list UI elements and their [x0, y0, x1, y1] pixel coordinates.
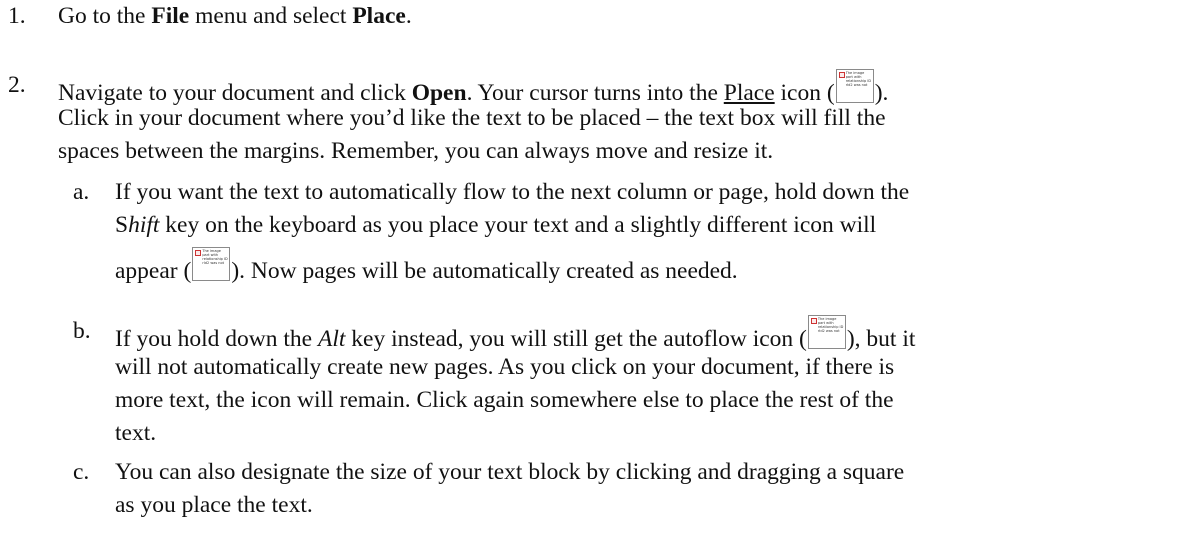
substep-b-line-4: text.: [115, 420, 157, 446]
step-2-number: 2.: [8, 72, 26, 98]
broken-image-icon: [195, 250, 202, 256]
substep-c-line-1: You can also designate the size of your …: [115, 459, 905, 485]
step-1-number: 1.: [8, 3, 26, 29]
substep-a-text-a: appear (: [115, 258, 192, 284]
substep-a-line-1: If you want the text to automatically fl…: [115, 179, 910, 205]
step-1-text-a: Go to the: [58, 3, 152, 29]
file-menu-ref: File: [151, 3, 190, 29]
broken-image-icon: [838, 72, 845, 78]
missing-image-text: The image part with relationship ID rId2…: [817, 317, 844, 333]
place-command-ref: Place: [352, 3, 406, 29]
substep-a-text-b: ). Now pages will be automatically creat…: [231, 258, 738, 284]
substep-a-letter: a.: [73, 179, 90, 205]
substep-a-line-3: appear ( The image part with relationship…: [115, 247, 738, 288]
place-icon: The image part with relationship ID rId2…: [835, 69, 874, 103]
shift-key-rest: hift: [128, 212, 160, 238]
step-2-line-2: Click in your document where you’d like …: [58, 105, 886, 131]
alt-key-ref: Alt: [318, 326, 346, 352]
missing-image-text: The image part with relationship ID rId2…: [202, 249, 228, 265]
autoflow-alt-icon: The image part with relationship ID rId2…: [807, 315, 846, 349]
substep-a-text-c: key on the keyboard as you place your te…: [159, 212, 877, 238]
substep-b-line-2: will not automatically create new pages.…: [115, 354, 895, 380]
autoflow-shift-icon: The image part with relationship ID rId2…: [192, 247, 231, 281]
step-1-text: Go to the File menu and select Place.: [58, 0, 412, 33]
substep-b-text-c: key instead, you will still get the auto…: [345, 326, 807, 352]
step-2-line-3: spaces between the margins. Remember, yo…: [58, 138, 774, 164]
step-1-text-c: menu and select: [189, 3, 353, 29]
substep-b-text-a: If you hold down the: [115, 326, 318, 352]
missing-image-text: The image part with relationship ID rId2…: [845, 71, 872, 87]
substep-b-line-3: more text, the icon will remain. Click a…: [115, 387, 894, 413]
substep-b-letter: b.: [73, 318, 91, 344]
substep-b-line-1: If you hold down the Alt key instead, yo…: [115, 315, 915, 356]
shift-key-s: S: [115, 212, 129, 238]
step-1-text-e: .: [405, 3, 412, 29]
substep-c-letter: c.: [73, 459, 90, 485]
substep-b-text-d: ), but it: [846, 326, 916, 352]
substep-a-line-2: Shift key on the keyboard as you place y…: [115, 209, 876, 242]
broken-image-icon: [810, 318, 817, 324]
substep-c-line-2: as you place the text.: [115, 492, 313, 518]
document-page: 1. Go to the File menu and select Place.…: [0, 0, 1180, 557]
